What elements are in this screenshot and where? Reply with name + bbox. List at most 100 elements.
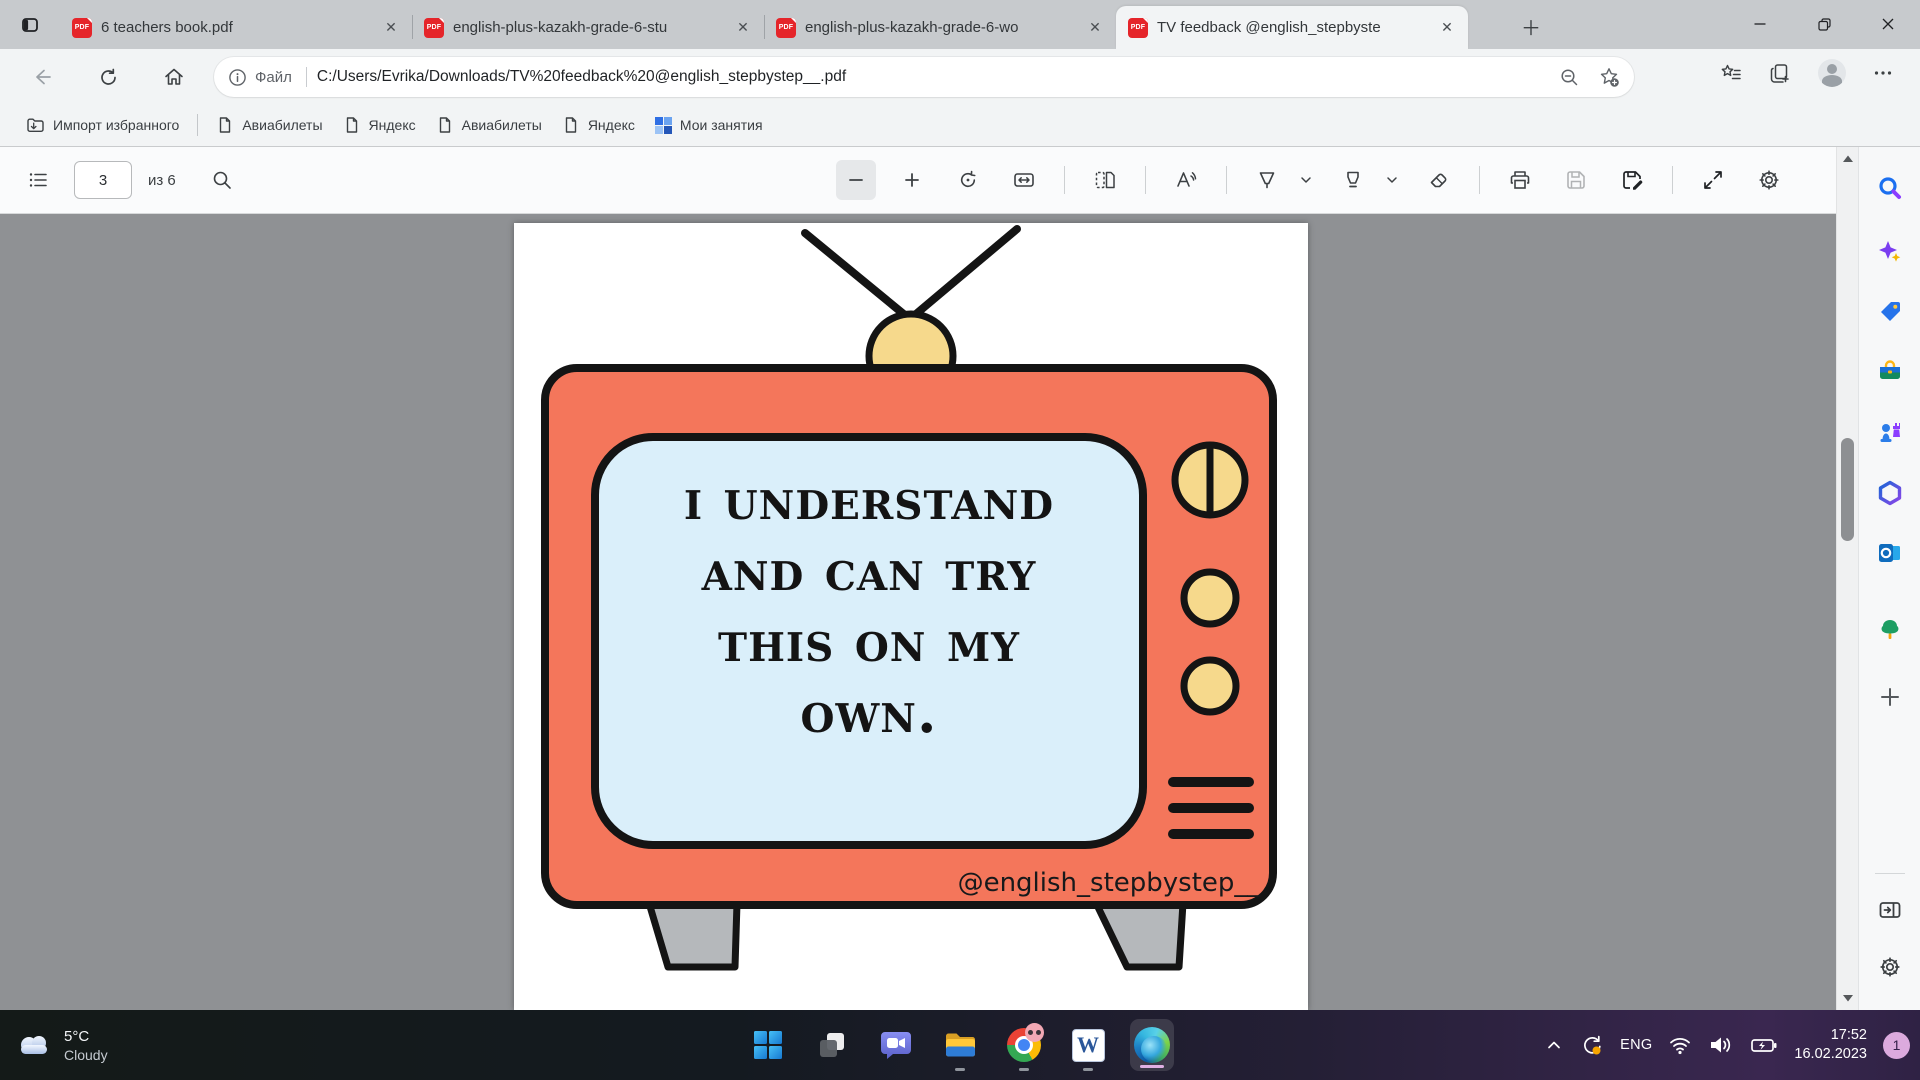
outlook-icon bbox=[1877, 540, 1903, 566]
taskbar-edge-button-active[interactable] bbox=[1130, 1019, 1174, 1071]
scrollbar-thumb[interactable] bbox=[1841, 438, 1854, 541]
draw-button[interactable] bbox=[1247, 160, 1287, 200]
tab-close-button[interactable]: ✕ bbox=[1436, 17, 1458, 39]
profile-avatar[interactable] bbox=[1818, 59, 1846, 87]
sidebar-item-copilot[interactable] bbox=[1871, 233, 1909, 271]
volume-icon[interactable] bbox=[1708, 1033, 1734, 1057]
language-indicator[interactable]: ENG bbox=[1620, 1037, 1652, 1053]
url-address-field[interactable]: Файл C:/Users/Evrika/Downloads/TV%20feed… bbox=[214, 57, 1634, 97]
bookmark-label: Авиабилеты bbox=[242, 117, 322, 133]
sync-update-icon[interactable] bbox=[1580, 1033, 1604, 1057]
hidden-icons-chevron[interactable] bbox=[1544, 1035, 1564, 1055]
save-button-disabled[interactable] bbox=[1556, 160, 1596, 200]
zoom-indicator-icon[interactable] bbox=[1559, 67, 1580, 88]
scroll-down-arrow[interactable] bbox=[1837, 988, 1859, 1008]
page-number-input[interactable] bbox=[74, 161, 132, 199]
highlight-button[interactable] bbox=[1333, 160, 1373, 200]
page-view-button[interactable] bbox=[1085, 160, 1125, 200]
taskbar-word-button[interactable]: W bbox=[1066, 1016, 1110, 1074]
bookmark-aviabilety-1[interactable]: Авиабилеты bbox=[206, 111, 332, 139]
sidebar-item-outlook[interactable] bbox=[1871, 534, 1909, 572]
back-button[interactable] bbox=[24, 59, 60, 95]
browser-menu-icon[interactable] bbox=[1872, 62, 1894, 84]
weather-temperature: 5°C bbox=[64, 1028, 108, 1045]
taskbar-file-explorer-button[interactable] bbox=[938, 1016, 982, 1074]
highlight-options-chevron[interactable] bbox=[1381, 160, 1403, 200]
weather-widget[interactable]: 5°C Cloudy bbox=[14, 1010, 108, 1080]
page-icon bbox=[436, 116, 454, 134]
sidebar-item-search[interactable] bbox=[1871, 169, 1909, 207]
active-running-indicator bbox=[1140, 1065, 1164, 1069]
taskbar-clock[interactable]: 17:52 16.02.2023 bbox=[1794, 1026, 1867, 1064]
wifi-icon[interactable] bbox=[1668, 1033, 1692, 1057]
sidebar-item-shopping[interactable] bbox=[1871, 293, 1909, 331]
tab-actions-icon bbox=[20, 15, 40, 35]
print-button[interactable] bbox=[1500, 160, 1540, 200]
rotate-button[interactable] bbox=[948, 160, 988, 200]
battery-charging-icon[interactable] bbox=[1750, 1033, 1778, 1057]
bookmark-import-favorites[interactable]: Импорт избранного bbox=[16, 111, 189, 140]
taskbar-chat-button[interactable] bbox=[874, 1016, 918, 1074]
pdf-file-icon: PDF bbox=[424, 18, 444, 38]
sidebar-item-microsoft365[interactable] bbox=[1871, 474, 1909, 512]
fit-to-width-button[interactable] bbox=[1004, 160, 1044, 200]
tab-close-button[interactable]: ✕ bbox=[1084, 17, 1106, 39]
tab-2[interactable]: PDF english-plus-kazakh-grade-6-stu ✕ bbox=[412, 6, 764, 49]
collections-icon[interactable] bbox=[1769, 62, 1792, 85]
highlighter-icon bbox=[1341, 168, 1365, 192]
table-of-contents-button[interactable] bbox=[18, 160, 58, 200]
save-as-button[interactable] bbox=[1612, 160, 1652, 200]
zoom-out-button[interactable] bbox=[836, 160, 876, 200]
bookmark-aviabilety-2[interactable]: Авиабилеты bbox=[426, 111, 552, 139]
fullscreen-button[interactable] bbox=[1693, 160, 1733, 200]
sidebar-customize-button[interactable] bbox=[1871, 678, 1909, 716]
sidebar-item-games[interactable] bbox=[1871, 413, 1909, 451]
plus-icon bbox=[902, 170, 922, 190]
tab-3[interactable]: PDF english-plus-kazakh-grade-6-wo ✕ bbox=[764, 6, 1116, 49]
taskbar-task-view-button[interactable] bbox=[810, 1016, 854, 1074]
sidebar-settings-button[interactable] bbox=[1871, 948, 1909, 986]
find-in-document-button[interactable] bbox=[202, 160, 242, 200]
info-icon[interactable] bbox=[228, 68, 247, 87]
tab-actions-menu-button[interactable] bbox=[14, 10, 46, 40]
taskbar-chrome-button[interactable] bbox=[1002, 1016, 1046, 1074]
refresh-button[interactable] bbox=[90, 59, 126, 95]
tab-close-button[interactable]: ✕ bbox=[732, 17, 754, 39]
page-count-label: из 6 bbox=[148, 172, 176, 189]
tv-screen-text-line: I understand bbox=[619, 467, 1119, 533]
vertical-scrollbar[interactable] bbox=[1836, 147, 1858, 1010]
tab-title: english-plus-kazakh-grade-6-stu bbox=[453, 19, 732, 36]
draw-options-chevron[interactable] bbox=[1295, 160, 1317, 200]
pdf-file-icon: PDF bbox=[72, 18, 92, 38]
tab-4-active[interactable]: PDF TV feedback @english_stepbyste ✕ bbox=[1116, 6, 1468, 49]
home-button[interactable] bbox=[156, 59, 192, 95]
notification-count-badge[interactable]: 1 bbox=[1883, 1032, 1910, 1059]
tab-close-button[interactable]: ✕ bbox=[380, 17, 402, 39]
pdf-viewer-area[interactable]: I understand and can try this on my own.… bbox=[0, 214, 1836, 1010]
bookmark-yandex-2[interactable]: Яндекс bbox=[552, 111, 645, 139]
new-tab-button[interactable]: ＋ bbox=[1516, 12, 1546, 40]
chat-video-icon bbox=[879, 1028, 913, 1062]
sidebar-item-tools[interactable] bbox=[1871, 353, 1909, 391]
read-aloud-button[interactable] bbox=[1166, 160, 1206, 200]
taskbar-start-button[interactable] bbox=[746, 1016, 790, 1074]
open-sidebar-button[interactable] bbox=[1871, 891, 1909, 929]
file-explorer-icon bbox=[943, 1029, 978, 1061]
sidebar-item-tree[interactable] bbox=[1871, 611, 1909, 649]
add-favorite-star-icon[interactable] bbox=[1598, 66, 1620, 88]
zoom-in-button[interactable] bbox=[892, 160, 932, 200]
window-restore-button[interactable] bbox=[1792, 0, 1856, 48]
window-close-button[interactable] bbox=[1856, 0, 1920, 48]
page-view-icon bbox=[1093, 168, 1117, 192]
tab-1[interactable]: PDF 6 teachers book.pdf ✕ bbox=[60, 6, 412, 49]
pdf-file-icon: PDF bbox=[776, 18, 796, 38]
tab-title: english-plus-kazakh-grade-6-wo bbox=[805, 19, 1084, 36]
pdf-settings-button[interactable] bbox=[1749, 160, 1789, 200]
search-icon bbox=[211, 169, 233, 191]
bookmark-yandex-1[interactable]: Яндекс bbox=[333, 111, 426, 139]
window-minimize-button[interactable] bbox=[1728, 0, 1792, 48]
bookmark-moi-zanyatiya[interactable]: Мои занятия bbox=[645, 112, 773, 139]
favorites-bar-icon[interactable] bbox=[1720, 62, 1743, 85]
erase-button[interactable] bbox=[1419, 160, 1459, 200]
scroll-up-arrow[interactable] bbox=[1837, 149, 1859, 169]
